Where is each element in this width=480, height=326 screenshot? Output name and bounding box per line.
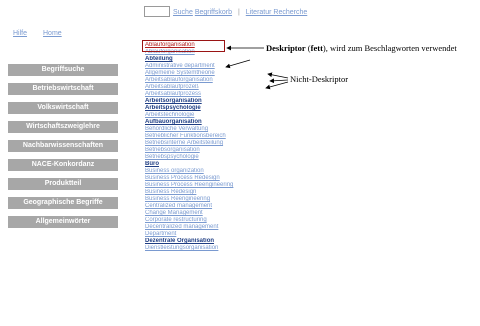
term-link[interactable]: Business Process Reengineering	[145, 182, 275, 189]
search-toolbar: Suche Begriffskorb | Literatur Recherche	[173, 9, 307, 16]
term-link[interactable]: Change Management	[145, 210, 275, 217]
term-link[interactable]: Betrieblicher Funktionsbereich	[145, 133, 275, 140]
term-link[interactable]: Arbeitsablaufprozess	[145, 91, 275, 98]
term-link[interactable]: Administrative department	[145, 63, 275, 70]
annotation-descriptor-bold: Deskriptor	[266, 43, 306, 53]
annotation-nicht-deskriptor: Nicht-Deskriptor	[290, 74, 349, 84]
term-list: Ablauforganisation Ablauforganisation Abte…	[145, 42, 275, 252]
separator: |	[238, 9, 240, 16]
term-link[interactable]: Arbeitsablauforganisation	[145, 77, 275, 84]
suche-link[interactable]: Suche	[173, 9, 193, 16]
highlight-box	[142, 40, 225, 52]
term-link[interactable]: Corporate restructuring	[145, 217, 275, 224]
sidebar-item-wirtschaftszweiglehre[interactable]: Wirtschaftszweiglehre	[8, 121, 118, 133]
term-link[interactable]: Büro	[145, 161, 275, 168]
term-link[interactable]: Business Process Redesign	[145, 175, 275, 182]
term-link[interactable]: Betriebsinterne Arbeitsteilung	[145, 140, 275, 147]
begriffskorb-link[interactable]: Begriffskorb	[195, 9, 232, 16]
term-link[interactable]: Business Redesign	[145, 189, 275, 196]
hilfe-link[interactable]: Hilfe	[13, 30, 27, 37]
sidebar-item-produktteil[interactable]: Produktteil	[8, 178, 118, 190]
home-link[interactable]: Home	[43, 30, 62, 37]
term-link[interactable]: Betriebsorganisation	[145, 147, 275, 154]
annotation-descriptor: Deskriptor (fett), wird zum Beschlagwort…	[266, 43, 457, 53]
sidebar-item-nachbarwissenschaften[interactable]: Nachbarwissenschaften	[8, 140, 118, 152]
term-link[interactable]: Abteilung	[145, 56, 275, 63]
term-link[interactable]: Aufbauorganisation	[145, 119, 275, 126]
term-link[interactable]: Dezentrale Organisation	[145, 238, 275, 245]
sidebar-item-betriebswirtschaft[interactable]: Betriebswirtschaft	[8, 83, 118, 95]
term-link[interactable]: Arbeitsablaufprozeß	[145, 84, 275, 91]
term-link[interactable]: Arbeitspsychologie	[145, 105, 275, 112]
sidebar-item-allgemeinwoerter[interactable]: Allgemeinwörter	[8, 216, 118, 228]
term-link[interactable]: Dienstleistungsorganisation	[145, 245, 275, 252]
term-link[interactable]: Arbeitsorganisation	[145, 98, 275, 105]
term-link[interactable]: Arbeitstechnologie	[145, 112, 275, 119]
sidebar-item-volkswirtschaft[interactable]: Volkswirtschaft	[8, 102, 118, 114]
term-link[interactable]: Centralized management	[145, 203, 275, 210]
sidebar-item-nace-konkordanz[interactable]: NACE-Konkordanz	[8, 159, 118, 171]
term-link[interactable]: Betriebspsychologie	[145, 154, 275, 161]
sidebar-item-begriffsuche[interactable]: Begriffsuche	[8, 64, 118, 76]
search-input[interactable]	[144, 6, 170, 17]
term-link[interactable]: Decentralized management	[145, 224, 275, 231]
term-link[interactable]: Behördliche Verwaltung	[145, 126, 275, 133]
term-link[interactable]: Business organization	[145, 168, 275, 175]
sidebar: Begriffsuche Betriebswirtschaft Volkswir…	[8, 64, 118, 235]
term-link[interactable]: Business Reengineering	[145, 196, 275, 203]
term-link[interactable]: Allgemeine Systemtheorie	[145, 70, 275, 77]
sidebar-item-geographische-begriffe[interactable]: Geographische Begriffe	[8, 197, 118, 209]
term-link[interactable]: Department	[145, 231, 275, 238]
literatur-recherche-link[interactable]: Literatur Recherche	[246, 9, 307, 16]
